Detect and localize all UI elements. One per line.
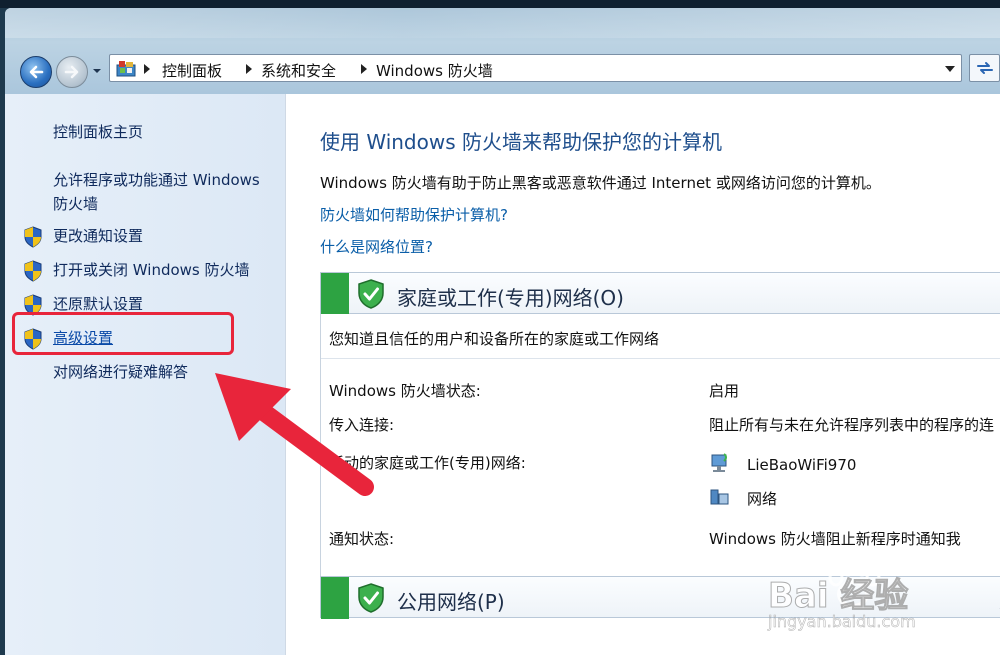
- breadcrumb-separator[interactable]: [246, 64, 252, 74]
- firewall-state-value: 启用: [709, 382, 740, 400]
- home-network-panel: 家庭或工作(专用)网络(O) 已 您知道且信任的用户和设备所在的家庭或工作网络 …: [320, 272, 1000, 580]
- recent-pages-dropdown-icon[interactable]: [92, 66, 102, 76]
- home-network-subtitle: 您知道且信任的用户和设备所在的家庭或工作网络: [329, 330, 660, 348]
- breadcrumb-windows-firewall[interactable]: Windows 防火墙: [376, 60, 493, 81]
- page-title: 使用 Windows 防火墙来帮助保护您的计算机: [320, 130, 722, 154]
- breadcrumb-system-security[interactable]: 系统和安全: [261, 60, 336, 81]
- back-button[interactable]: [20, 56, 52, 88]
- desktop-strip: [0, 0, 1000, 8]
- status-green-bar: [321, 273, 349, 315]
- control-panel-icon: [116, 61, 136, 77]
- incoming-connections-value: 阻止所有与未在允许程序列表中的程序的连: [709, 416, 995, 434]
- control-panel-window: 控制面板 系统和安全 Windows 防火墙 控制面板主页 允许程序或功能通过 …: [5, 8, 1000, 655]
- sidebar-link-turn-firewall-on-off[interactable]: 打开或关闭 Windows 防火墙: [53, 259, 250, 281]
- breadcrumb-separator[interactable]: [361, 64, 367, 74]
- uac-shield-icon: [24, 260, 42, 282]
- baidu-jingyan-watermark: Bai 经验 jingyan.baidu.com: [760, 560, 990, 635]
- sidebar-link-allow-programs[interactable]: 允许程序或功能通过 Windows: [53, 169, 260, 191]
- highlight-box-annotation: [12, 312, 234, 355]
- help-link-network-location[interactable]: 什么是网络位置?: [320, 236, 433, 257]
- help-link-how-firewall-helps[interactable]: 防火墙如何帮助保护计算机?: [320, 204, 508, 225]
- home-network-details: 您知道且信任的用户和设备所在的家庭或工作网络 Windows 防火墙状态: 启用…: [320, 314, 1000, 580]
- network-icon: [710, 489, 729, 505]
- active-network-type: 网络: [747, 490, 778, 508]
- arrow-left-icon: [29, 65, 44, 79]
- panel-divider: [321, 358, 1000, 359]
- address-history-chevron-icon[interactable]: [945, 66, 955, 72]
- window-chrome: 控制面板 系统和安全 Windows 防火墙: [5, 8, 1000, 94]
- uac-shield-icon: [24, 226, 42, 248]
- home-network-header[interactable]: 家庭或工作(专用)网络(O) 已: [320, 272, 1000, 315]
- public-network-title: 公用网络(P): [397, 590, 505, 614]
- arrow-right-icon: [64, 65, 79, 79]
- sidebar-link-troubleshoot[interactable]: 对网络进行疑难解答: [53, 361, 188, 383]
- refresh-button[interactable]: [969, 54, 1000, 82]
- red-annotation-arrow: [215, 373, 374, 496]
- watermark-brand: Bai 经验: [767, 576, 909, 617]
- watermark-url: jingyan.baidu.com: [768, 612, 916, 632]
- breadcrumb-separator[interactable]: [144, 64, 150, 74]
- home-network-title: 家庭或工作(专用)网络(O): [397, 286, 624, 310]
- wireless-network-icon: [711, 453, 727, 472]
- sidebar-link-home[interactable]: 控制面板主页: [53, 121, 143, 143]
- breadcrumb-control-panel[interactable]: 控制面板: [162, 60, 222, 81]
- status-green-bar: [321, 577, 349, 619]
- address-bar[interactable]: 控制面板 系统和安全 Windows 防火墙: [109, 54, 962, 82]
- page-description: Windows 防火墙有助于防止黑客或恶意软件通过 Internet 或网络访问…: [320, 174, 881, 192]
- sidebar-link-change-notifications[interactable]: 更改通知设置: [53, 225, 143, 247]
- notification-state-label: 通知状态:: [329, 530, 395, 548]
- sidebar-link-allow-programs-cont[interactable]: 防火墙: [53, 193, 98, 215]
- refresh-icon: [977, 62, 993, 74]
- active-network-name: LieBaoWiFi970: [747, 456, 857, 474]
- green-check-shield-icon: [358, 583, 384, 613]
- green-check-shield-icon: [358, 279, 384, 309]
- forward-button[interactable]: [56, 56, 88, 88]
- notification-state-value: Windows 防火墙阻止新程序时通知我: [709, 530, 961, 548]
